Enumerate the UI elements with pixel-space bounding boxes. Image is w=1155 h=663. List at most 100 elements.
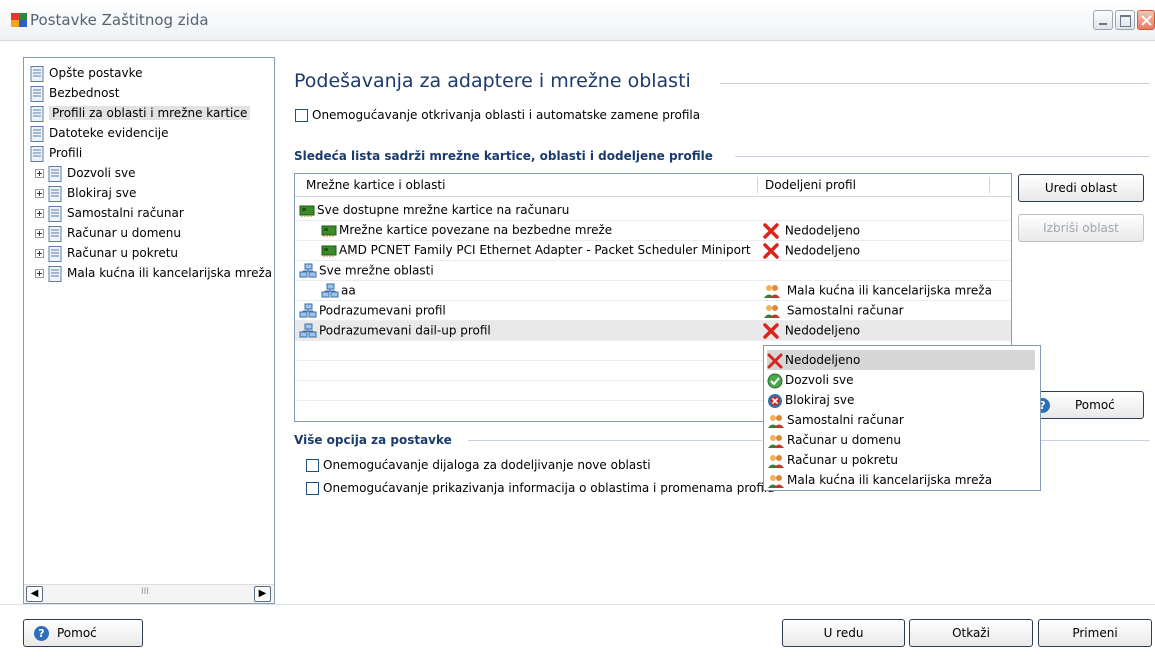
expand-icon[interactable] xyxy=(35,249,44,258)
tree-item-domain[interactable]: Računar u domenu xyxy=(35,223,181,243)
profile-dropdown-list[interactable]: Nedodeljeno Dozvoli sve Blokiraj sve Sam… xyxy=(763,345,1041,491)
unassigned-x-icon xyxy=(763,323,779,339)
network-card-icon xyxy=(321,225,337,237)
settings-page-icon xyxy=(30,85,44,102)
scroll-thumb-grip[interactable]: III xyxy=(141,587,149,597)
column-header-adapters[interactable]: Mrežne kartice i oblasti xyxy=(306,178,445,192)
list-row[interactable]: Podrazumevani profil Samostalni računar xyxy=(295,301,1011,321)
minimize-button[interactable] xyxy=(1093,10,1113,30)
maximize-button[interactable] xyxy=(1115,10,1135,30)
expand-icon[interactable] xyxy=(35,169,44,178)
list-row[interactable]: AMD PCNET Family PCI Ethernet Adapter - … xyxy=(295,241,1011,261)
footer-help-label: Pomoć xyxy=(57,626,97,640)
settings-page-icon xyxy=(48,205,62,222)
disable-area-info-label: Onemogućavanje prikazivanja informacija … xyxy=(323,481,775,495)
minimize-icon xyxy=(1099,23,1107,25)
expand-icon[interactable] xyxy=(35,209,44,218)
block-icon xyxy=(768,393,782,408)
disable-new-area-dialog-checkbox[interactable] xyxy=(306,459,319,472)
tree-item-mobile[interactable]: Računar u pokretu xyxy=(35,243,178,263)
dropdown-option-block-all[interactable]: Blokiraj sve xyxy=(767,390,1035,410)
apply-button[interactable]: Primeni xyxy=(1038,619,1152,647)
window-title: Postavke Zaštitnog zida xyxy=(30,11,209,29)
scroll-left-button[interactable]: ◀ xyxy=(26,586,43,602)
settings-page-icon xyxy=(48,225,62,242)
list-section-title: Sledeća lista sadrži mrežne kartice, obl… xyxy=(294,149,713,163)
tree-item-small-office[interactable]: Mala kućna ili kancelarijska mreža xyxy=(35,263,272,283)
scroll-right-button[interactable]: ▶ xyxy=(254,586,271,602)
help-button-label: Pomoć xyxy=(1075,398,1115,412)
tree-item-general[interactable]: Opšte postavke xyxy=(30,63,143,83)
more-options-divider xyxy=(468,440,762,441)
expand-icon[interactable] xyxy=(35,269,44,278)
footer-help-button[interactable]: ? Pomoć xyxy=(23,619,143,647)
column-divider[interactable] xyxy=(989,177,990,193)
disable-detection-checkbox[interactable] xyxy=(295,109,308,122)
assigned-profile: Nedodeljeno xyxy=(784,323,861,338)
expand-icon[interactable] xyxy=(35,189,44,198)
column-divider[interactable] xyxy=(757,177,758,193)
chevron-right-icon: ▶ xyxy=(258,588,267,599)
tree-item-block-all[interactable]: Blokiraj sve xyxy=(35,183,136,203)
tree-item-log-files[interactable]: Datoteke evidencije xyxy=(30,123,169,143)
cancel-button[interactable]: Otkaži xyxy=(909,619,1033,647)
settings-page-icon xyxy=(48,245,62,262)
unassigned-x-icon xyxy=(763,223,779,239)
tree-item-allow-all[interactable]: Dozvoli sve xyxy=(35,163,136,183)
settings-page-icon xyxy=(48,165,62,182)
tree-item-security[interactable]: Bezbednost xyxy=(30,83,119,103)
list-row[interactable]: aa Mala kućna ili kancelarijska mreža xyxy=(295,281,1011,301)
settings-page-icon xyxy=(30,125,44,142)
chevron-left-icon: ◀ xyxy=(30,588,39,599)
list-row-selected[interactable]: Podrazumevani dail-up profil Nedodeljeno xyxy=(295,321,1011,341)
unassigned-x-icon xyxy=(767,353,783,368)
list-header: Mrežne kartice i oblasti Dodeljeni profi… xyxy=(295,174,1011,197)
tree-item-profiles[interactable]: Profili xyxy=(30,143,82,163)
dropdown-option-unassigned[interactable]: Nedodeljeno xyxy=(767,350,1035,370)
title-bar: Postavke Zaštitnog zida xyxy=(0,0,1155,41)
column-header-profile[interactable]: Dodeljeni profil xyxy=(765,178,856,192)
dropdown-option-mobile[interactable]: Računar u pokretu xyxy=(767,450,1035,470)
help-button[interactable]: ? Pomoć xyxy=(1030,391,1144,419)
assigned-profile: Mala kućna ili kancelarijska mreža xyxy=(786,283,992,298)
list-row[interactable]: Sve dostupne mrežne kartice na računaru xyxy=(295,201,1011,221)
settings-tree: Opšte postavke Bezbednost Profili za obl… xyxy=(23,57,275,604)
assigned-profile: Nedodeljeno xyxy=(784,223,861,238)
disable-new-area-dialog-label: Onemogućavanje dijaloga za dodeljivanje … xyxy=(323,458,651,472)
users-group-icon xyxy=(764,285,780,298)
area-name: Podrazumevani profil xyxy=(319,303,446,318)
delete-area-button[interactable]: Izbriši oblast xyxy=(1018,214,1144,242)
tree-item-standalone[interactable]: Samostalni računar xyxy=(35,203,184,223)
expand-icon[interactable] xyxy=(35,229,44,238)
dropdown-option-allow-all[interactable]: Dozvoli sve xyxy=(767,370,1035,390)
area-name: Sve mrežne oblasti xyxy=(319,263,434,278)
unassigned-x-icon xyxy=(763,243,779,259)
network-area-icon xyxy=(321,283,339,298)
network-area-icon xyxy=(299,263,317,278)
settings-page-icon xyxy=(30,105,44,122)
dropdown-option-small-office[interactable]: Mala kućna ili kancelarijska mreža xyxy=(767,470,1035,490)
disable-area-info-checkbox[interactable] xyxy=(306,482,319,495)
help-icon: ? xyxy=(34,626,49,641)
network-card-icon xyxy=(321,245,337,257)
network-area-icon xyxy=(299,323,317,338)
list-row[interactable]: Sve mrežne oblasti xyxy=(295,261,1011,281)
edit-area-button[interactable]: Uredi oblast xyxy=(1018,174,1144,202)
footer-bar: ? Pomoć U redu Otkaži Primeni xyxy=(0,604,1155,663)
assigned-profile: Nedodeljeno xyxy=(784,243,861,258)
ok-button[interactable]: U redu xyxy=(782,619,905,647)
users-group-icon xyxy=(768,434,784,448)
close-button[interactable] xyxy=(1137,10,1155,30)
users-group-icon xyxy=(764,305,780,318)
settings-page-icon xyxy=(30,145,44,162)
list-row[interactable]: Mrežne kartice povezane na bezbedne mrež… xyxy=(295,221,1011,241)
settings-page-icon xyxy=(48,185,62,202)
adapter-name: Sve dostupne mrežne kartice na računaru xyxy=(317,203,570,217)
assigned-profile: Samostalni računar xyxy=(786,303,904,318)
page-title: Podešavanja za adaptere i mrežne oblasti xyxy=(294,70,691,92)
dropdown-option-standalone[interactable]: Samostalni računar xyxy=(767,410,1035,430)
tree-horizontal-scrollbar[interactable]: ◀ III ▶ xyxy=(24,584,274,603)
dropdown-option-domain[interactable]: Računar u domenu xyxy=(767,430,1035,450)
tree-item-area-profiles[interactable]: Profili za oblasti i mrežne kartice xyxy=(30,103,251,123)
users-group-icon xyxy=(768,454,784,468)
